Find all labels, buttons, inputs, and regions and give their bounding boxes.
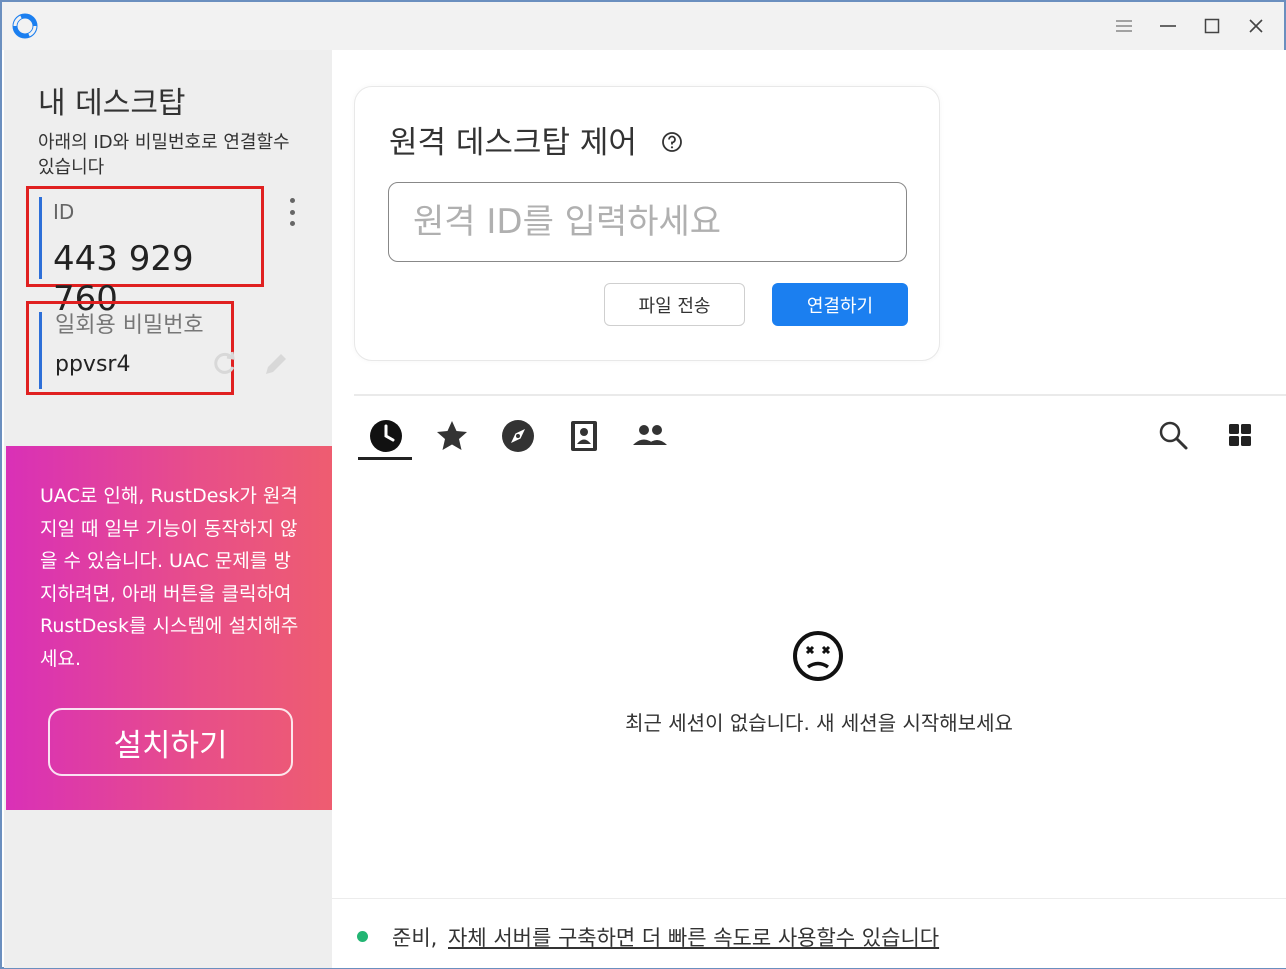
- refresh-password-icon[interactable]: [212, 350, 238, 376]
- titlebar[interactable]: [2, 2, 1284, 50]
- tab-recent-sessions[interactable]: [362, 412, 410, 460]
- close-button[interactable]: [1234, 8, 1278, 44]
- group-icon: [633, 425, 667, 445]
- sad-face-icon: [793, 631, 843, 681]
- hamburger-icon: [1116, 20, 1132, 32]
- star-icon: [437, 421, 467, 450]
- active-tab-indicator: [358, 457, 412, 460]
- remote-control-card: 원격 데스크탑 제어 파일 전송 연결하기: [354, 86, 940, 361]
- password-value[interactable]: ppvsr4: [55, 352, 130, 377]
- id-section: ID 443 929 760: [26, 186, 264, 319]
- tab-address-book[interactable]: [560, 412, 608, 460]
- id-options-menu-icon[interactable]: [286, 198, 298, 226]
- tab-group[interactable]: [626, 412, 674, 460]
- clock-icon: [370, 420, 402, 452]
- grid-view-icon[interactable]: [1227, 422, 1253, 448]
- status-ready-indicator: [357, 931, 368, 942]
- password-section: 일회용 비밀번호 ppvsr4: [26, 301, 234, 395]
- tab-discovered[interactable]: [494, 412, 542, 460]
- minimize-icon: [1160, 25, 1176, 27]
- close-icon: [1249, 19, 1263, 33]
- id-label: ID: [53, 200, 75, 224]
- app-window: 내 데스크탑 아래의 ID와 비밀번호로 연결할수 있습니다 ID 443 92…: [0, 0, 1286, 969]
- main-area: 원격 데스크탑 제어 파일 전송 연결하기: [332, 50, 1286, 968]
- address-book-icon: [571, 421, 597, 451]
- remote-control-title: 원격 데스크탑 제어: [389, 125, 637, 161]
- tab-favorites[interactable]: [428, 412, 476, 460]
- edit-password-icon[interactable]: [260, 350, 290, 380]
- remote-id-input[interactable]: [388, 182, 907, 262]
- id-accent-line: [39, 197, 42, 279]
- uac-warning-text: UAC로 인해, RustDesk가 원격지일 때 일부 기능이 동작하지 않을…: [40, 485, 299, 670]
- my-desktop-subtitle: 아래의 ID와 비밀번호로 연결할수 있습니다: [38, 132, 290, 178]
- search-icon[interactable]: [1156, 418, 1190, 452]
- no-sessions-message: 최근 세션이 없습니다. 새 세션을 시작해보세요: [625, 711, 1013, 735]
- status-bar: 준비, 자체 서버를 구축하면 더 빠른 속도로 사용할수 있습니다: [332, 898, 1286, 968]
- help-icon[interactable]: [661, 131, 683, 153]
- password-label: 일회용 비밀번호: [55, 313, 204, 338]
- compass-icon: [502, 420, 534, 452]
- connect-button[interactable]: 연결하기: [772, 283, 908, 326]
- uac-warning-panel: UAC로 인해, RustDesk가 원격지일 때 일부 기능이 동작하지 않을…: [6, 446, 334, 810]
- password-accent-line: [39, 312, 42, 389]
- section-divider: [354, 394, 1286, 396]
- minimize-button[interactable]: [1146, 8, 1190, 44]
- install-button[interactable]: 설치하기: [48, 708, 293, 776]
- file-transfer-button[interactable]: 파일 전송: [604, 283, 745, 326]
- rustdesk-logo-icon: [12, 13, 38, 39]
- my-desktop-panel: 내 데스크탑 아래의 ID와 비밀번호로 연결할수 있습니다 ID 443 92…: [4, 50, 334, 968]
- status-ready-text: 준비,: [392, 926, 438, 950]
- maximize-icon: [1204, 18, 1220, 34]
- maximize-button[interactable]: [1190, 8, 1234, 44]
- self-hosted-server-link[interactable]: 자체 서버를 구축하면 더 빠른 속도로 사용할수 있습니다: [448, 922, 939, 952]
- my-desktop-title: 내 데스크탑: [38, 86, 186, 121]
- menu-button[interactable]: [1102, 8, 1146, 44]
- window-controls: [1102, 8, 1278, 44]
